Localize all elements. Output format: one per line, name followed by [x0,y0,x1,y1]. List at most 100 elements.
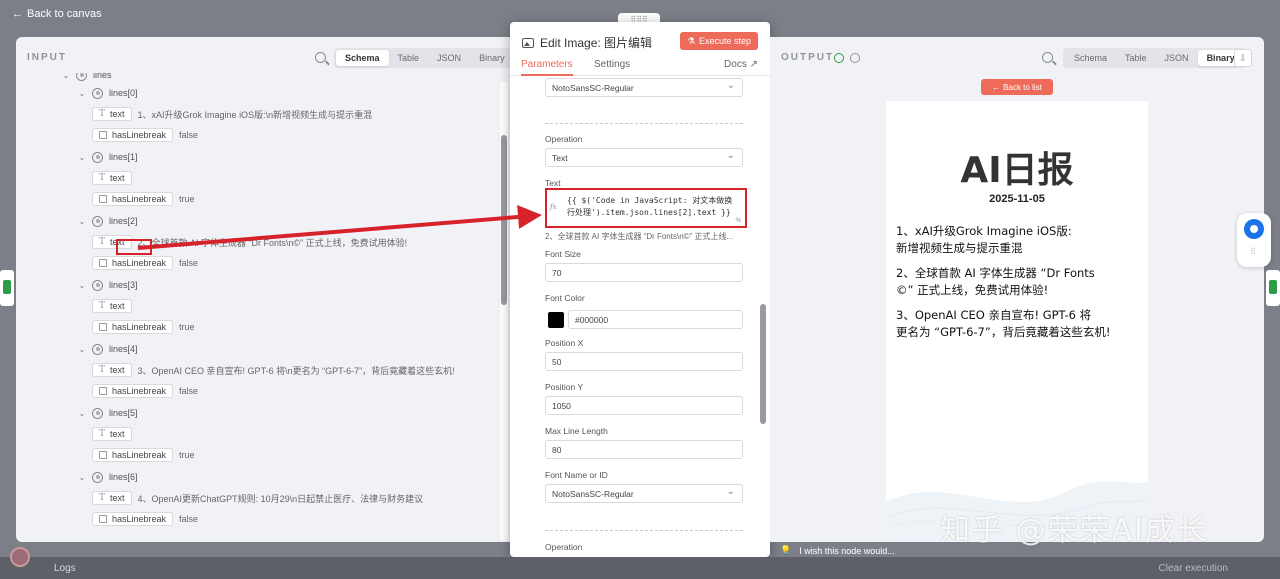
expand-icon[interactable]: % [736,218,741,224]
output-panel: OUTPUT Schema Table JSON Binary ⇩ ← Back… [770,37,1264,542]
tab-table[interactable]: Table [1116,50,1156,66]
docs-label: Docs [724,59,747,70]
chevron-down-icon[interactable]: ⌄ [78,345,86,354]
input-scrollbar[interactable] [500,81,508,541]
tab-json[interactable]: JSON [428,50,470,66]
search-icon[interactable] [315,52,326,63]
tree-field-row[interactable]: hasLinebreak false [92,383,198,399]
tree-root-row[interactable]: ⌄ lines [62,73,112,83]
field-key-haslinebreak[interactable]: hasLinebreak [92,384,174,398]
tree-root-label: lines [93,73,112,80]
field-value: 3、OpenAI CEO 亲自宣布! GPT-6 将\n更名为 “GPT-6-7… [137,365,455,376]
tab-json[interactable]: JSON [1156,50,1198,66]
tree-array-item[interactable]: ⌄ lines[2] [78,213,138,229]
back-to-canvas-link[interactable]: ← Back to canvas [12,8,102,20]
field-key-haslinebreak[interactable]: hasLinebreak [92,128,174,142]
chevron-down-icon[interactable]: ⌄ [78,153,86,162]
boolean-type-icon [99,323,107,331]
object-icon [92,215,103,227]
tree-field-row[interactable]: hasLinebreak true [92,191,195,207]
image-line-3: 3、OpenAI CEO 亲自宣布! GPT-6 将 更名为 “GPT-6-7”… [896,308,1111,339]
operation-label: Operation [545,134,583,144]
chevron-down-icon[interactable]: ⌄ [78,89,86,98]
tab-schema[interactable]: Schema [336,50,389,66]
output-search-icon[interactable] [1042,52,1053,63]
tab-settings[interactable]: Settings [594,59,630,70]
font-size-input[interactable]: 70 [545,263,743,282]
boolean-type-icon [99,259,107,267]
tree-field-row[interactable]: hasLinebreak true [92,447,195,463]
tree-array-item[interactable]: ⌄ lines[0] [78,85,138,101]
field-key-text[interactable]: Ttext [92,171,132,185]
tree-array-item[interactable]: ⌄ lines[4] [78,341,138,357]
info-icon[interactable] [850,53,860,63]
chevron-down-icon[interactable]: ⌄ [78,409,86,418]
arrow-left-icon: ← [992,82,1001,92]
field-key-text[interactable]: Ttext [92,427,132,441]
field-key-haslinebreak[interactable]: hasLinebreak [92,448,174,462]
pin-icon[interactable]: ⇩ [1234,49,1252,67]
tree-field-row[interactable]: Ttext [92,426,138,442]
docs-link[interactable]: Docs ↗ [724,59,758,70]
avatar[interactable] [10,547,30,567]
font-name-select[interactable]: NotoSansSC-Regular [545,484,743,503]
execute-step-button[interactable]: ⚗ Execute step [680,32,758,50]
operation-select[interactable]: Text [545,148,743,167]
font-color-swatch[interactable] [548,312,564,328]
chevron-down-icon[interactable]: ⌄ [78,217,86,226]
object-icon [92,343,103,355]
tree-field-row[interactable]: hasLinebreak false [92,127,198,143]
grip-icon[interactable]: ⠿ [1250,247,1256,256]
tab-parameters[interactable]: Parameters [521,59,573,76]
field-key-text[interactable]: Ttext [92,107,132,121]
tree-field-row[interactable]: hasLinebreak false [92,255,198,271]
tab-schema[interactable]: Schema [1065,50,1116,66]
left-node-handle-icon[interactable] [0,270,14,306]
arrow-left-icon: ← [12,8,23,20]
tree-field-row[interactable]: Ttext 1、xAI升级Grok Imagine iOS版:\n新增视频生成与提… [92,106,372,122]
assistant-chat-widget[interactable]: ⠿ [1237,213,1271,267]
tree-field-row[interactable]: Ttext [92,298,138,314]
field-key-haslinebreak[interactable]: hasLinebreak [92,256,174,270]
logs-label[interactable]: Logs [54,563,76,574]
text-label: Text [545,178,561,188]
position-y-input[interactable]: 1050 [545,396,743,415]
field-key-haslinebreak[interactable]: hasLinebreak [92,512,174,526]
clear-execution-button[interactable]: Clear execution [1159,563,1228,574]
object-icon [92,471,103,483]
tree-array-item[interactable]: ⌄ lines[1] [78,149,138,165]
field-key-haslinebreak[interactable]: hasLinebreak [92,192,174,206]
modal-scrollbar[interactable] [760,80,766,550]
tree-field-row[interactable]: hasLinebreak true [92,319,195,335]
font-color-label: Font Color [545,293,585,303]
modal-scrollbar-thumb[interactable] [760,304,766,424]
field-key-text[interactable]: Ttext [92,299,132,313]
tree-array-item[interactable]: ⌄ lines[5] [78,405,138,421]
modal-title-row: Edit Image: 图片编辑 [522,34,652,51]
field-key-text[interactable]: Ttext [92,491,132,505]
tab-table[interactable]: Table [389,50,429,66]
feedback-bar[interactable]: 💡 I wish this node would... [780,545,895,556]
max-line-length-input[interactable]: 80 [545,440,743,459]
tree-array-item[interactable]: ⌄ lines[6] [78,469,138,485]
position-x-input[interactable]: 50 [545,352,743,371]
tree-field-row[interactable]: Ttext 4、OpenAI更新ChatGPT规则: 10月29\n日起禁止医疗、… [92,490,423,506]
chevron-down-icon[interactable]: ⌄ [78,473,86,482]
chevron-down-icon[interactable]: ⌄ [78,281,86,290]
input-scrollbar-thumb[interactable] [501,135,507,305]
field-key-text[interactable]: Ttext [92,363,132,377]
font-color-input[interactable]: #000000 [568,310,743,329]
chevron-down-icon[interactable]: ⌄ [62,73,70,80]
tree-field-row[interactable]: hasLinebreak false [92,511,198,527]
top-font-select[interactable]: NotoSansSC-Regular [545,78,743,97]
parameters-form: NotoSansSC-Regular Operation Text Text f… [510,78,770,557]
field-key-haslinebreak[interactable]: hasLinebreak [92,320,174,334]
tree-field-row[interactable]: Ttext 3、OpenAI CEO 亲自宣布! GPT-6 将\n更名为 “GP… [92,362,455,378]
right-node-handle-icon[interactable] [1266,270,1280,306]
font-name-label: Font Name or ID [545,470,608,480]
back-to-list-button[interactable]: ← Back to list [981,79,1053,95]
tree-field-row[interactable]: Ttext [92,170,138,186]
tab-binary[interactable]: Binary [470,50,510,66]
text-expression-field[interactable]: fx {{ $('Code in JavaScript: 对文本做换行处理').… [545,188,747,228]
tree-array-item[interactable]: ⌄ lines[3] [78,277,138,293]
